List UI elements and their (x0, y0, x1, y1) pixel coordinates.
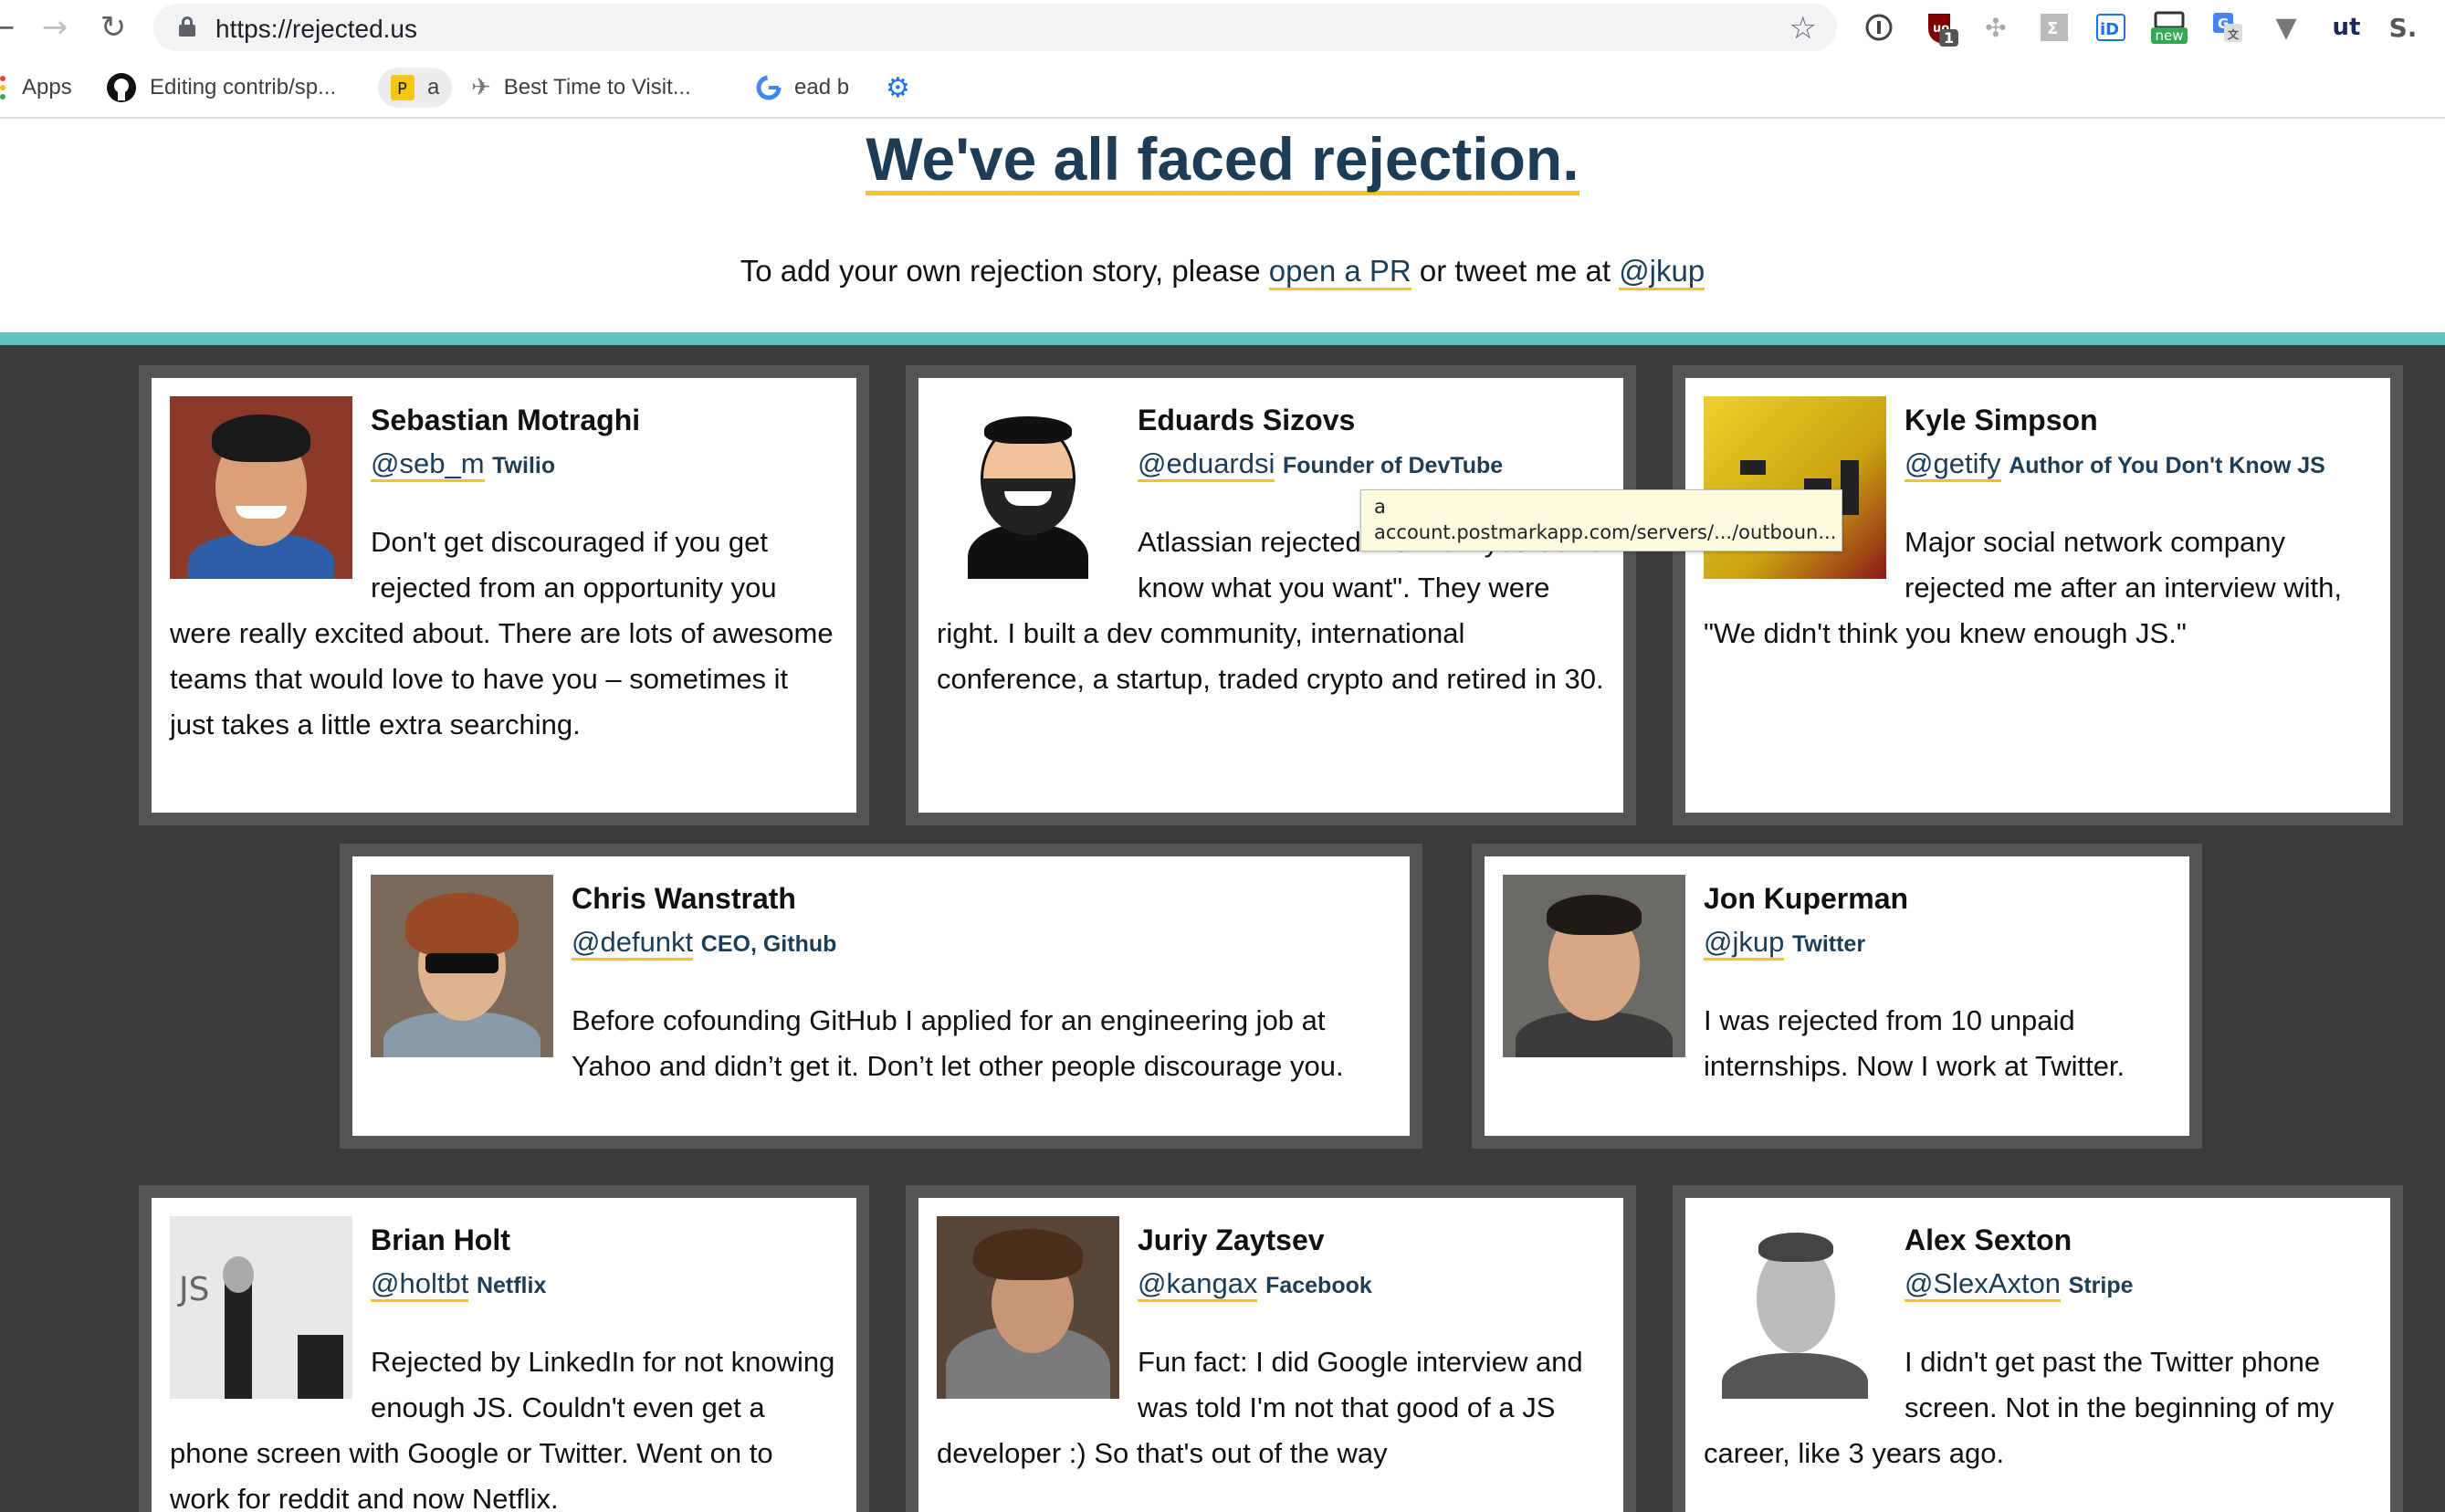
twitter-link[interactable]: @jkup (1619, 254, 1705, 290)
author-handle-link[interactable]: @getify (1905, 446, 2001, 482)
apps-grid-icon (0, 74, 9, 101)
avatar (937, 1216, 1119, 1399)
author-handle-link[interactable]: @jkup (1704, 925, 1785, 961)
link-tooltip: a account.postmarkapp.com/servers/.../ou… (1360, 489, 1842, 551)
puzzle-grid-icon[interactable]: ✣ (1979, 11, 2012, 44)
s-extension-icon[interactable]: S. (2387, 11, 2419, 44)
vue-devtools-icon[interactable]: ▼ (2270, 11, 2303, 44)
gear-icon: ⚙ (886, 71, 910, 104)
reload-icon[interactable]: ↻ (95, 9, 131, 46)
author-company: Facebook (1265, 1272, 1372, 1298)
author-handle-link[interactable]: @holtbt (371, 1266, 469, 1302)
lock-icon[interactable] (179, 16, 195, 37)
bookmark-label: Apps (22, 75, 72, 100)
story-card: Jon Kuperman @jkup Twitter I was rejecte… (1472, 844, 2202, 1149)
avatar (937, 396, 1119, 579)
bookmark-label: ead b (794, 75, 850, 100)
bookmark-a[interactable]: P a (378, 68, 453, 108)
author-company: Twitter (1791, 930, 1866, 957)
tooltip-title: a (1374, 496, 1386, 518)
bookmark-label: a (427, 75, 440, 100)
airplane-icon: ✈ (471, 74, 491, 101)
author-company: Netflix (476, 1272, 547, 1298)
bookmark-label: Editing contrib/sp... (150, 75, 337, 100)
browser-toolbar: ← → ↻ https://rejected.us ☆ uo 1 ✣ Σ iD … (0, 0, 2445, 57)
author-company: Twilio (492, 452, 556, 478)
author-handle-link[interactable]: @eduardsi (1138, 446, 1275, 482)
avatar (170, 396, 352, 579)
svg-text:Σ: Σ (2047, 19, 2058, 38)
back-arrow-icon[interactable]: ← (0, 9, 20, 46)
ublock-icon[interactable]: uo 1 (1923, 11, 1959, 47)
avatar (371, 875, 553, 1057)
id-extension-icon[interactable]: iD (2094, 11, 2127, 44)
new-badge: new (2151, 27, 2188, 44)
intro-text: To add your own rejection story, please … (0, 254, 2445, 290)
svg-text:文: 文 (2228, 27, 2240, 41)
new-extension-icon[interactable]: new (2149, 11, 2189, 44)
ut-extension-icon[interactable]: ut (2328, 11, 2365, 44)
bookmark-label: Best Time to Visit... (503, 75, 691, 100)
story-card: Sebastian Motraghi @seb_m Twilio Don't g… (139, 365, 869, 825)
bookmark-star-icon[interactable]: ☆ (1789, 10, 1817, 47)
story-card: Alex Sexton @SlexAxton Stripe I didn't g… (1673, 1185, 2403, 1512)
intro-prefix: To add your own rejection story, please (740, 254, 1269, 288)
avatar (1704, 1216, 1886, 1399)
story-card: Chris Wanstrath @defunkt CEO, Github Bef… (340, 844, 1422, 1149)
p-badge-icon: P (391, 75, 414, 100)
author-company: Founder of DevTube (1283, 452, 1504, 478)
author-handle-link[interactable]: @seb_m (371, 446, 485, 482)
page-title: We've all faced rejection. (866, 127, 1579, 196)
bookmark-ead-b[interactable]: ead b (756, 68, 849, 108)
page-header: We've all faced rejection. (0, 127, 2445, 196)
teal-divider (0, 332, 2445, 345)
tooltip-url: account.postmarkapp.com/servers/.../outb… (1374, 521, 1837, 543)
forward-arrow-icon[interactable]: → (37, 9, 73, 46)
bookmark-editing-contrib[interactable]: Editing contrib/sp... (106, 68, 336, 108)
url-text[interactable]: https://rejected.us (215, 15, 417, 44)
open-pr-link[interactable]: open a PR (1268, 254, 1411, 290)
story-card: JS Brian Holt @holtbt Netflix Rejected b… (139, 1185, 869, 1512)
svg-text:P: P (397, 79, 407, 99)
address-bar[interactable]: https://rejected.us ☆ (153, 4, 1837, 51)
story-card: Eduards Sizovs @eduardsi Founder of DevT… (906, 365, 1636, 825)
author-handle-link[interactable]: @kangax (1138, 1266, 1258, 1302)
xx-extension-icon[interactable]: Σ (2038, 11, 2071, 44)
intro-middle: or tweet me at (1411, 254, 1620, 288)
author-handle-link[interactable]: @defunkt (572, 925, 694, 961)
google-icon (756, 75, 782, 100)
author-company: Author of You Don't Know JS (2009, 452, 2325, 478)
bookmark-settings[interactable]: ⚙ (886, 68, 923, 108)
translate-icon[interactable]: G文 (2211, 11, 2244, 44)
avatar: JS (170, 1216, 352, 1399)
author-company: CEO, Github (700, 930, 837, 957)
bookmark-best-time[interactable]: ✈ Best Time to Visit... (471, 68, 691, 108)
svg-text:iD: iD (2100, 20, 2119, 39)
password-manager-icon[interactable] (1863, 11, 1895, 44)
avatar (1503, 875, 1685, 1057)
stories-grid: Sebastian Motraghi @seb_m Twilio Don't g… (0, 345, 2445, 1512)
bookmark-apps[interactable]: Apps (0, 68, 72, 108)
avatar (1704, 396, 1886, 579)
author-company: Stripe (2068, 1272, 2134, 1298)
story-card: Kyle Simpson @getify Author of You Don't… (1673, 365, 2403, 825)
story-card: Juriy Zaytsev @kangax Facebook Fun fact:… (906, 1185, 1636, 1512)
ublock-badge: 1 (1939, 29, 1959, 47)
author-handle-link[interactable]: @SlexAxton (1905, 1266, 2062, 1302)
github-icon (106, 72, 137, 103)
bookmarks-bar: Apps Editing contrib/sp... P a ✈ Best Ti… (0, 57, 2445, 119)
